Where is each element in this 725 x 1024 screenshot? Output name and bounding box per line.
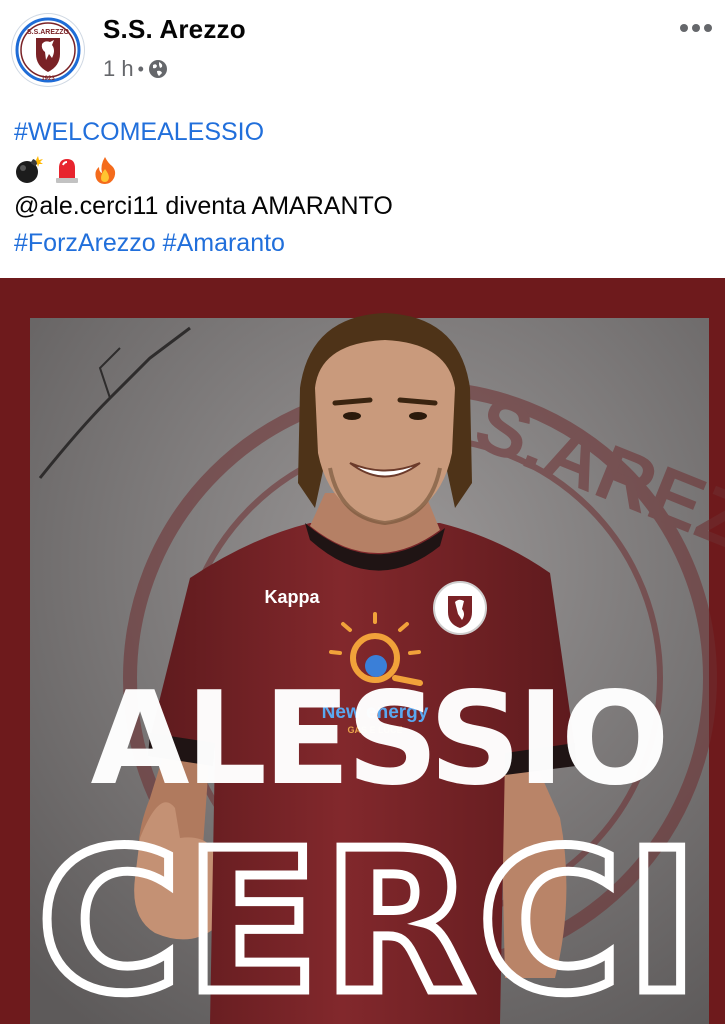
page-name[interactable]: S.S. Arezzo (103, 14, 246, 45)
more-options-button[interactable] (676, 14, 716, 42)
hashtag-amaranto[interactable]: #Amaranto (163, 229, 285, 257)
hashtag-welcomealessio[interactable]: #WELCOMEALESSIO (14, 118, 264, 146)
post-time[interactable]: 1 h (103, 56, 134, 82)
meta-separator: • (137, 58, 144, 79)
globe-icon (148, 60, 167, 78)
siren-emoji (56, 158, 78, 183)
mention-line: @ale.cerci11 diventa AMARANTO (14, 188, 714, 225)
kit-brand-logo: Kappa (264, 587, 320, 607)
post-image[interactable]: S.S.AREZZO Kappa New energy GAS E LUCE A… (0, 278, 725, 1024)
emoji-row (14, 151, 714, 188)
bomb-emoji (16, 155, 43, 183)
announcement-graphic: S.S.AREZZO Kappa New energy GAS E LUCE A… (0, 278, 725, 1024)
last-name-text: CERCI (37, 809, 702, 1024)
arezzo-crest-icon: S.S.AREZZO 1923 (14, 16, 82, 84)
more-options-icon (680, 24, 712, 32)
svg-text:S.S.AREZZO: S.S.AREZZO (27, 29, 70, 36)
post-caption: #WELCOMEALESSIO @ale.cerci11 diventa AMA… (14, 114, 714, 262)
post-meta: 1 h • (103, 56, 168, 82)
hashtag-forzarezzo[interactable]: #ForzArezzo (14, 229, 156, 257)
fire-emoji (95, 156, 116, 184)
mention-text[interactable]: @ale.cerci11 diventa AMARANTO (14, 192, 393, 220)
page-avatar[interactable]: S.S.AREZZO 1923 (12, 14, 84, 86)
post-header: S.S.AREZZO 1923 S.S. Arezzo 1 h • (0, 0, 725, 100)
svg-text:1923: 1923 (41, 76, 55, 82)
